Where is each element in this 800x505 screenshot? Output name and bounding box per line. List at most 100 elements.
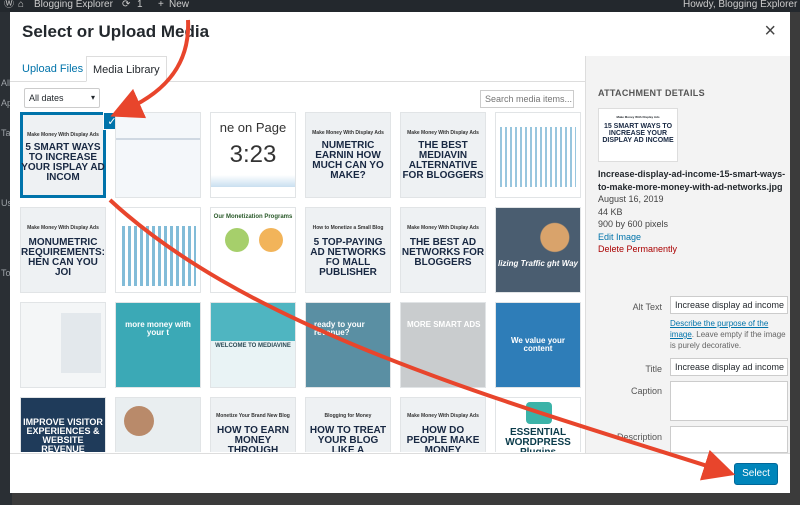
media-item[interactable]: Make Money With Display Ads 5 SMART WAYS… <box>20 112 106 198</box>
thumb-title: HOW TO TREAT YOUR BLOG LIKE A BUSINESS <box>309 425 387 453</box>
thumb-title: more money with your t <box>125 320 191 337</box>
media-item[interactable]: ne on Page 3:23 <box>210 112 296 198</box>
screenshot-thumb <box>61 313 101 373</box>
thumb-subtitle: How to Monetize a Small Blog <box>312 225 384 231</box>
title-label: Title <box>645 364 662 374</box>
media-item[interactable]: MORE SMART ADS <box>400 302 486 388</box>
new-link[interactable]: New <box>169 0 189 11</box>
site-name[interactable]: Blogging Explorer <box>34 0 113 11</box>
media-item[interactable]: Monetize Your Brand New Blog HOW TO EARN… <box>210 397 296 452</box>
alt-text-help: Describe the purpose of the image. Leave… <box>670 318 788 351</box>
media-item[interactable]: Make Money With Display Ads THE BEST AD … <box>400 207 486 293</box>
thumb-subtitle: Make Money With Display Ads <box>407 130 479 136</box>
thumb-title: WELCOME TO MEDIAVINE <box>215 343 291 349</box>
media-item[interactable]: IMPROVE VISITOR EXPERIENCES & WEBSITE RE… <box>20 397 106 452</box>
edit-image-link[interactable]: Edit Image <box>598 231 786 244</box>
plus-icon[interactable]: + <box>158 0 164 11</box>
attachment-details-panel: ATTACHMENT DETAILS Make Money With Displ… <box>585 56 790 453</box>
media-item[interactable] <box>115 397 201 452</box>
thumb-subtitle: Our Monetization Programs <box>213 214 293 220</box>
thumb-subtitle: Blogging for Money <box>324 413 372 419</box>
thumb-subtitle: Make Money With Display Ads <box>312 130 384 136</box>
admin-bar: Ⓦ ⌂ Blogging Explorer ⟳ 1 + New Howdy, B… <box>0 0 800 12</box>
thumb-subtitle: Make Money With Display Ads <box>27 132 99 138</box>
media-item[interactable]: Our Monetization Programs <box>210 207 296 293</box>
home-icon[interactable]: ⌂ <box>18 0 24 11</box>
mascot-icon <box>259 228 283 252</box>
sparkline <box>211 175 295 187</box>
media-item[interactable]: How to Monetize a Small Blog 5 TOP-PAYIN… <box>305 207 391 293</box>
media-item[interactable]: ESSENTIAL WORDPRESS Plugins <box>495 397 581 452</box>
attachment-details-heading: ATTACHMENT DETAILS <box>598 88 705 98</box>
modal-title: Select or Upload Media <box>22 22 210 41</box>
attachment-dimensions: 900 by 600 pixels <box>598 219 669 229</box>
thumb-subtitle: Make Money With Display Ads <box>407 413 479 419</box>
media-item[interactable] <box>20 302 106 388</box>
mascot-icon <box>225 228 249 252</box>
select-button[interactable]: Select <box>734 463 778 485</box>
thumb-subtitle: Make Money With Display Ads <box>616 115 660 119</box>
media-item[interactable]: Blogging for Money HOW TO TREAT YOUR BLO… <box>305 397 391 452</box>
thumb-title: We value your content <box>510 336 566 353</box>
media-item[interactable] <box>115 112 201 198</box>
thumb-title: ready to your revenue? <box>314 320 365 337</box>
media-tabs: Upload Files Media Library <box>10 56 585 82</box>
attachment-filename: Increase-display-ad-income-15-smart-ways… <box>598 169 786 192</box>
thumb-title: 15 SMART WAYS TO INCREASE YOUR DISPLAY A… <box>602 123 674 144</box>
description-textarea[interactable] <box>670 426 788 453</box>
title-input[interactable]: Increase display ad income <box>670 358 788 376</box>
attachment-date: August 16, 2019 <box>598 194 664 204</box>
media-modal: Select or Upload Media × Upload Files Me… <box>10 12 790 493</box>
media-item[interactable]: Make Money With Display Ads MONUMETRIC R… <box>20 207 106 293</box>
alt-text-input[interactable]: Increase display ad income <box>670 296 788 314</box>
media-item[interactable]: Make Money With Display Ads THE BEST MED… <box>400 112 486 198</box>
wordpress-icon[interactable]: Ⓦ <box>4 0 14 11</box>
media-item[interactable]: We value your content <box>495 302 581 388</box>
close-icon[interactable]: × <box>764 20 776 43</box>
thumb-title: ne on Page <box>219 120 287 135</box>
media-item[interactable]: ready to your revenue? <box>305 302 391 388</box>
thumb-title: lizing Traffic ght Way <box>497 259 578 268</box>
thumb-subtitle: Make Money With Display Ads <box>407 225 479 231</box>
thumb-title: HOW DO PEOPLE MAKE MONEY BLOGGING? <box>406 425 480 453</box>
thumb-stat: 3:23 <box>229 141 277 168</box>
photo-thumb <box>124 406 154 436</box>
attachment-meta: Increase-display-ad-income-15-smart-ways… <box>598 168 786 256</box>
media-item[interactable]: lizing Traffic ght Way <box>495 207 581 293</box>
caption-textarea[interactable] <box>670 381 788 421</box>
media-item[interactable]: Make Money With Display Ads HOW DO PEOPL… <box>400 397 486 452</box>
attachment-size: 44 KB <box>598 206 623 217</box>
thumb-title: ESSENTIAL WORDPRESS Plugins <box>505 427 571 453</box>
updates-icon[interactable]: ⟳ <box>122 0 130 11</box>
search-input[interactable] <box>480 90 574 108</box>
media-item[interactable]: WELCOME TO MEDIAVINE <box>210 302 296 388</box>
media-item[interactable]: Make Money With Display Ads NUMETRIC EAR… <box>305 112 391 198</box>
thumb-title: IMPROVE VISITOR EXPERIENCES & WEBSITE RE… <box>23 417 103 453</box>
thumb-subtitle: Make Money With Display Ads <box>27 225 99 231</box>
thumb-title: THE BEST AD NETWORKS FOR BLOGGERS <box>401 237 485 268</box>
updates-count[interactable]: 1 <box>137 0 143 11</box>
chevron-down-icon: ▾ <box>90 93 95 102</box>
bar-chart-thumb <box>500 127 576 187</box>
thumb-title: NUMETRIC EARNIN HOW MUCH CAN YO MAKE? <box>312 140 384 181</box>
date-filter-select[interactable]: All dates ▾ <box>24 88 100 108</box>
media-grid: Make Money With Display Ads 5 SMART WAYS… <box>10 112 585 452</box>
description-label: Description <box>616 432 662 442</box>
thumb-title: 5 TOP-PAYING AD NETWORKS FO MALL PUBLISH… <box>310 237 386 278</box>
caption-label: Caption <box>630 386 662 396</box>
media-item[interactable]: more money with your t <box>115 302 201 388</box>
alt-text-label: Alt Text <box>632 302 662 312</box>
screenshot-thumb <box>116 113 200 197</box>
tab-media-library[interactable]: Media Library <box>86 56 167 82</box>
media-item[interactable] <box>495 112 581 198</box>
tab-upload-files[interactable]: Upload Files <box>16 56 89 82</box>
delete-permanently-link[interactable]: Delete Permanently <box>598 243 786 256</box>
plugin-icon <box>526 402 552 424</box>
modal-footer: Select <box>10 453 790 493</box>
thumb-title: 5 SMART WAYS TO INCREASE YOUR ISPLAY AD … <box>21 142 105 183</box>
media-item[interactable] <box>115 207 201 293</box>
thumb-title: MORE SMART ADS <box>407 320 481 329</box>
photo-thumb <box>496 208 580 292</box>
attachment-thumbnail: Make Money With Display Ads 15 SMART WAY… <box>598 108 678 162</box>
account-greeting[interactable]: Howdy, Blogging Explorer <box>683 0 797 11</box>
